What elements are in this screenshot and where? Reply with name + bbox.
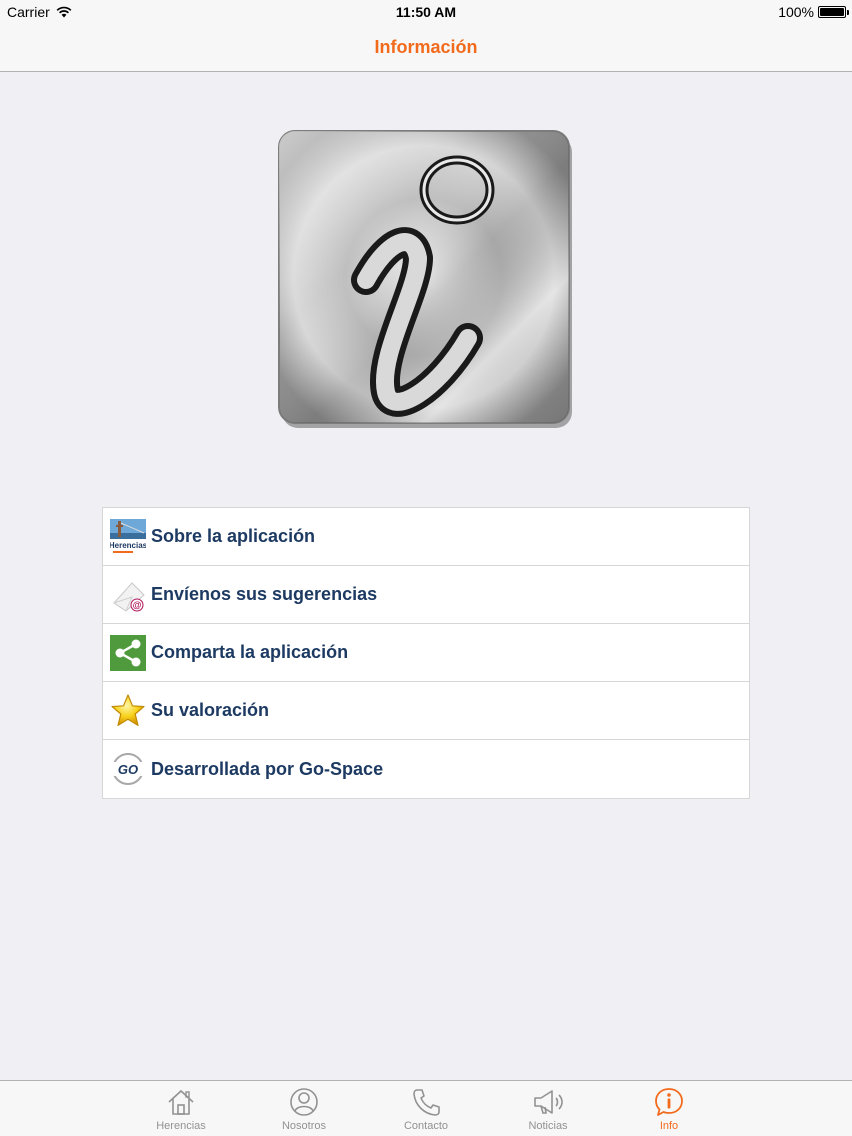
- gospace-logo-icon: GO: [110, 751, 146, 787]
- herencias-logo-text: Herencias: [110, 541, 146, 550]
- herencias-logo-icon: Herencias: [110, 518, 146, 555]
- email-icon: @: [110, 577, 146, 613]
- tab-noticias[interactable]: Noticias: [493, 1081, 603, 1136]
- navigation-bar: Información: [0, 24, 852, 72]
- tab-nosotros[interactable]: Nosotros: [249, 1081, 359, 1136]
- phone-icon: [413, 1089, 440, 1116]
- battery-percent: 100%: [778, 4, 814, 20]
- info-icon: [655, 1088, 683, 1116]
- menu-item-suggestions[interactable]: @ Envíenos sus sugerencias: [103, 566, 749, 624]
- tab-label-herencias: Herencias: [156, 1120, 206, 1132]
- tab-label-info: Info: [659, 1120, 679, 1132]
- status-right: 100%: [778, 4, 849, 20]
- page-title: Información: [374, 37, 478, 57]
- info-menu: Herencias Sobre la aplicación @ Envíenos…: [102, 507, 750, 799]
- star-icon: [110, 693, 146, 729]
- home-icon: [168, 1089, 194, 1115]
- menu-label-about: Sobre la aplicación: [151, 526, 316, 546]
- gospace-logo-text: GO: [118, 762, 138, 777]
- megaphone-icon: [534, 1090, 563, 1114]
- tab-label-noticias: Noticias: [528, 1120, 568, 1132]
- menu-label-suggestions: Envíenos sus sugerencias: [151, 584, 378, 604]
- menu-item-share[interactable]: Comparta la aplicación: [103, 624, 749, 682]
- menu-item-rating[interactable]: Su valoración: [103, 682, 749, 740]
- tab-info[interactable]: Info: [614, 1081, 724, 1136]
- share-icon: [110, 634, 146, 671]
- menu-label-developer: Desarrollada por Go-Space: [151, 758, 384, 779]
- menu-item-developer[interactable]: GO Desarrollada por Go-Space: [103, 740, 749, 798]
- tab-label-nosotros: Nosotros: [281, 1120, 327, 1132]
- menu-label-share: Comparta la aplicación: [151, 642, 349, 662]
- tab-bar: Herencias Nosotros Contacto Noticias Inf…: [0, 1080, 852, 1136]
- svg-text:@: @: [133, 600, 142, 610]
- tab-contacto[interactable]: Contacto: [371, 1081, 481, 1136]
- info-hero-icon: [278, 130, 573, 432]
- status-time: 11:50 AM: [395, 4, 457, 20]
- tab-label-contacto: Contacto: [403, 1120, 449, 1132]
- status-bar: Carrier 11:50 AM 100%: [0, 0, 852, 24]
- menu-item-about[interactable]: Herencias Sobre la aplicación: [103, 508, 749, 566]
- tab-herencias[interactable]: Herencias: [126, 1081, 236, 1136]
- menu-label-rating: Su valoración: [151, 700, 270, 720]
- battery-icon: [818, 6, 849, 18]
- person-icon: [290, 1088, 318, 1116]
